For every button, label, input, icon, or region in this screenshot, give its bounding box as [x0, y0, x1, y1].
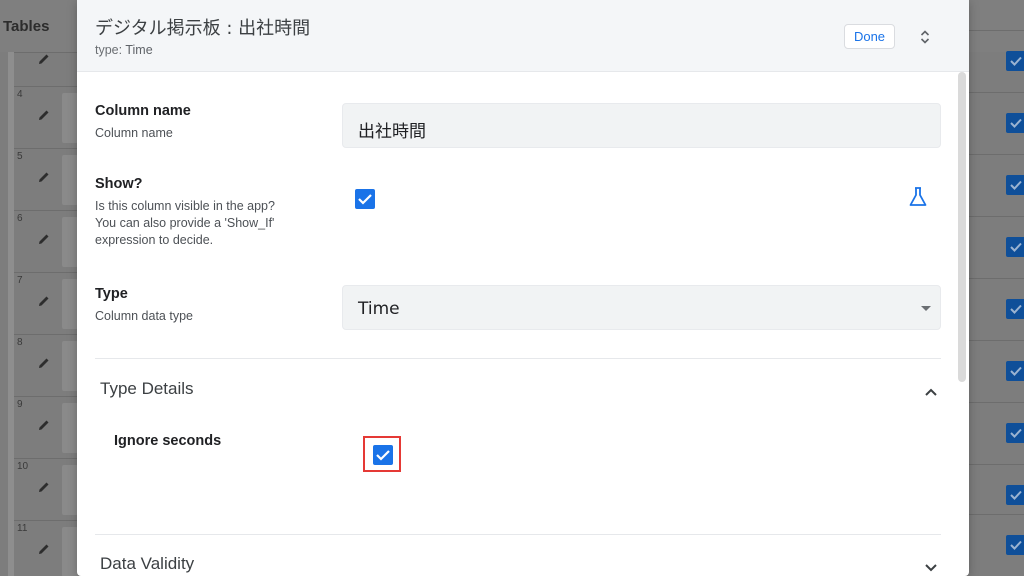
column-name-description: Column name	[95, 126, 173, 140]
show-description-line: Is this column visible in the app?	[95, 199, 275, 213]
chevron-down-icon[interactable]	[924, 560, 938, 572]
dialog-subtitle: type: Time	[95, 43, 153, 57]
pencil-icon	[36, 169, 52, 185]
table-row	[969, 278, 1024, 340]
pencil-icon	[36, 417, 52, 433]
type-value: Time	[358, 299, 400, 319]
column-name-input[interactable]: 出社時間	[342, 103, 941, 148]
pencil-icon	[36, 51, 52, 67]
checkbox-icon	[1006, 175, 1024, 195]
table-cell	[62, 403, 78, 453]
row-number: 9	[17, 399, 23, 410]
show-label: Show?	[95, 176, 143, 192]
checkbox-icon	[1006, 51, 1024, 71]
table-row: 6	[14, 210, 78, 272]
table-cell	[62, 155, 78, 205]
table-row: 9	[14, 396, 78, 458]
show-description: Is this column visible in the app? You c…	[95, 198, 275, 249]
row-number: 10	[17, 461, 29, 472]
table-row	[969, 514, 1024, 576]
column-name-label: Column name	[95, 103, 191, 119]
table-row	[969, 92, 1024, 154]
type-description: Column data type	[95, 309, 193, 323]
table-row	[969, 154, 1024, 216]
table-row: 4	[14, 86, 78, 148]
section-divider	[95, 534, 941, 535]
checkbox-icon	[1006, 423, 1024, 443]
pencil-icon	[36, 355, 52, 371]
show-checkbox[interactable]	[355, 189, 375, 209]
row-number: 6	[17, 213, 23, 224]
table-cell	[62, 527, 78, 576]
data-validity-section-title[interactable]: Data Validity	[100, 554, 194, 574]
pencil-icon	[36, 107, 52, 123]
checkbox-icon	[1006, 113, 1024, 133]
table-row	[969, 216, 1024, 278]
checkbox-icon	[1006, 299, 1024, 319]
row-number: 5	[17, 151, 23, 162]
table-cell	[62, 217, 78, 267]
pencil-icon	[36, 541, 52, 557]
subtitle-value: Time	[125, 43, 153, 57]
table-row: 8	[14, 334, 78, 396]
row-number: 4	[17, 89, 23, 100]
ignore-seconds-checkbox[interactable]	[373, 445, 393, 465]
dialog-header: デジタル掲示板 : 出社時間 type: Time Done	[77, 0, 969, 72]
show-description-line: You can also provide a 'Show_If'	[95, 216, 275, 230]
pencil-icon	[36, 231, 52, 247]
table-row: 5	[14, 148, 78, 210]
checkbox-icon	[1006, 485, 1024, 505]
pencil-icon	[36, 293, 52, 309]
table-row: 11	[14, 520, 78, 576]
chevron-up-icon[interactable]	[924, 384, 938, 396]
checkbox-icon	[1006, 237, 1024, 257]
scroll-thumb[interactable]	[958, 72, 966, 382]
dialog-title: デジタル掲示板 : 出社時間	[95, 18, 311, 39]
table-row: 10	[14, 458, 78, 520]
table-cell	[62, 93, 78, 143]
show-description-line: expression to decide.	[95, 233, 214, 247]
table-row: 7	[14, 272, 78, 334]
row-number: 11	[17, 523, 28, 534]
table-cell	[62, 465, 78, 515]
dialog-scrollbar[interactable]	[958, 72, 966, 576]
done-button[interactable]: Done	[844, 24, 895, 49]
table-cell	[62, 279, 78, 329]
type-label: Type	[95, 286, 128, 302]
type-details-section-title[interactable]: Type Details	[100, 379, 194, 399]
checkbox-icon	[1006, 535, 1024, 555]
checkbox-icon	[1006, 361, 1024, 381]
table-row	[969, 340, 1024, 402]
section-divider	[95, 358, 941, 359]
flask-icon[interactable]	[908, 186, 928, 208]
row-number: 7	[17, 275, 23, 286]
tables-nav-label: Tables	[3, 18, 50, 35]
expand-collapse-icon[interactable]	[915, 25, 935, 49]
ignore-seconds-label: Ignore seconds	[114, 433, 222, 449]
column-settings-dialog: デジタル掲示板 : 出社時間 type: Time Done Column na…	[77, 0, 969, 576]
column-name-value: 出社時間	[358, 122, 426, 142]
type-select[interactable]: Time	[342, 285, 941, 330]
dropdown-arrow-icon	[921, 306, 931, 311]
row-number: 8	[17, 337, 23, 348]
table-cell	[62, 341, 78, 391]
pencil-icon	[36, 479, 52, 495]
table-row	[969, 402, 1024, 464]
table-row	[969, 30, 1024, 92]
subtitle-key: type:	[95, 43, 123, 57]
